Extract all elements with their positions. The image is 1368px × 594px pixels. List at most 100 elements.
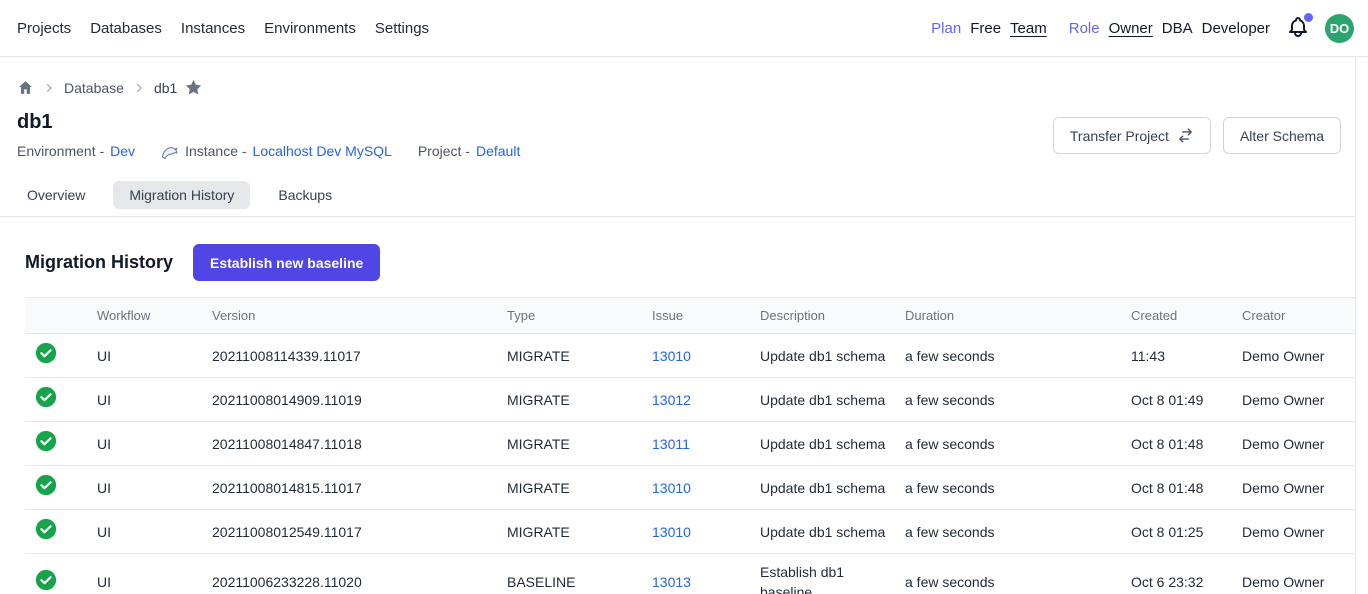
version-cell: 20211008014847.11018	[212, 422, 507, 466]
status-column-header	[25, 298, 97, 334]
plan-label: Plan	[931, 20, 961, 37]
creator-cell: Demo Owner	[1242, 554, 1355, 594]
creator-cell: Demo Owner	[1242, 510, 1355, 554]
notification-bell-button[interactable]	[1285, 15, 1311, 41]
tab-backups[interactable]: Backups	[262, 181, 348, 209]
version-cell: 20211006233228.11020	[212, 554, 507, 594]
table-header-row: Workflow Version Type Issue Description …	[25, 298, 1355, 334]
duration-cell: a few seconds	[905, 554, 1131, 594]
plan-free[interactable]: Free	[970, 20, 1001, 37]
project-link[interactable]: Default	[476, 143, 520, 159]
type-cell: MIGRATE	[507, 510, 652, 554]
transfer-project-button[interactable]: Transfer Project	[1053, 117, 1211, 154]
success-check-icon	[35, 430, 57, 452]
issue-link[interactable]: 13011	[652, 436, 690, 452]
environment-link[interactable]: Dev	[110, 143, 135, 159]
version-cell: 20211008014909.11019	[212, 378, 507, 422]
creator-cell: Demo Owner	[1242, 466, 1355, 510]
created-cell: 11:43	[1131, 334, 1242, 378]
mysql-dolphin-icon	[161, 143, 179, 159]
main-nav: Projects Databases Instances Environment…	[17, 16, 429, 41]
type-cell: MIGRATE	[507, 334, 652, 378]
alter-schema-button[interactable]: Alter Schema	[1223, 117, 1341, 154]
duration-cell: a few seconds	[905, 378, 1131, 422]
table-row[interactable]: UI 20211008014815.11017 MIGRATE 13010 Up…	[25, 466, 1355, 510]
table-row[interactable]: UI 20211006233228.11020 BASELINE 13013 E…	[25, 554, 1355, 594]
top-navigation: Projects Databases Instances Environment…	[0, 0, 1368, 57]
avatar[interactable]: DO	[1325, 14, 1354, 43]
version-cell: 20211008114339.11017	[212, 334, 507, 378]
creator-cell: Demo Owner	[1242, 422, 1355, 466]
table-row[interactable]: UI 20211008014909.11019 MIGRATE 13012 Up…	[25, 378, 1355, 422]
star-icon[interactable]	[184, 78, 203, 97]
created-cell: Oct 8 01:48	[1131, 466, 1242, 510]
created-cell: Oct 6 23:32	[1131, 554, 1242, 594]
role-owner[interactable]: Owner	[1109, 20, 1153, 37]
table-row[interactable]: UI 20211008014847.11018 MIGRATE 13011 Up…	[25, 422, 1355, 466]
issue-link[interactable]: 13012	[652, 392, 691, 408]
duration-column-header: Duration	[905, 298, 1131, 334]
version-cell: 20211008014815.11017	[212, 466, 507, 510]
top-right-controls: Plan Free Team Role Owner DBA Developer …	[931, 14, 1354, 43]
description-cell: Update db1 schema	[760, 422, 905, 466]
section-title: Migration History	[25, 252, 173, 273]
table-row[interactable]: UI 20211008012549.11017 MIGRATE 13010 Up…	[25, 510, 1355, 554]
main-content: Database db1 db1 Environment - Dev Insta…	[0, 57, 1356, 594]
type-cell: MIGRATE	[507, 422, 652, 466]
notification-dot	[1304, 13, 1313, 22]
nav-environments[interactable]: Environments	[264, 16, 356, 41]
workflow-cell: UI	[97, 466, 212, 510]
role-dba[interactable]: DBA	[1162, 20, 1193, 37]
version-cell: 20211008012549.11017	[212, 510, 507, 554]
issue-link[interactable]: 13010	[652, 524, 691, 540]
tab-migration-history[interactable]: Migration History	[113, 181, 250, 209]
plan-team[interactable]: Team	[1010, 20, 1047, 37]
nav-projects[interactable]: Projects	[17, 16, 71, 41]
description-column-header: Description	[760, 298, 905, 334]
section-header: Migration History Establish new baseline	[25, 244, 1355, 281]
instance-label: Instance -	[185, 143, 246, 159]
creator-cell: Demo Owner	[1242, 334, 1355, 378]
alter-schema-label: Alter Schema	[1240, 128, 1324, 144]
type-cell: BASELINE	[507, 554, 652, 594]
database-tabs: Overview Migration History Backups	[11, 181, 1355, 209]
type-cell: MIGRATE	[507, 378, 652, 422]
nav-instances[interactable]: Instances	[181, 16, 245, 41]
migration-history-table: Workflow Version Type Issue Description …	[25, 297, 1355, 594]
home-icon[interactable]	[17, 79, 34, 96]
environment-label: Environment -	[17, 143, 104, 159]
chevron-right-icon	[43, 82, 55, 94]
duration-cell: a few seconds	[905, 466, 1131, 510]
table-row[interactable]: UI 20211008114339.11017 MIGRATE 13010 Up…	[25, 334, 1355, 378]
role-developer[interactable]: Developer	[1202, 20, 1270, 37]
role-label: Role	[1069, 20, 1100, 37]
workflow-cell: UI	[97, 334, 212, 378]
chevron-right-icon	[133, 82, 145, 94]
breadcrumb-current: db1	[154, 80, 177, 96]
description-cell: Establish db1 baseline	[760, 554, 905, 594]
tab-overview[interactable]: Overview	[11, 181, 101, 209]
breadcrumb-database[interactable]: Database	[64, 80, 124, 96]
description-cell: Update db1 schema	[760, 378, 905, 422]
success-check-icon	[35, 386, 57, 408]
issue-link[interactable]: 13010	[652, 480, 691, 496]
issue-link[interactable]: 13010	[652, 348, 691, 364]
type-column-header: Type	[507, 298, 652, 334]
establish-baseline-button[interactable]: Establish new baseline	[193, 244, 380, 281]
description-cell: Update db1 schema	[760, 334, 905, 378]
breadcrumb: Database db1	[17, 78, 1338, 97]
success-check-icon	[35, 518, 57, 540]
created-cell: Oct 8 01:25	[1131, 510, 1242, 554]
description-cell: Update db1 schema	[760, 466, 905, 510]
nav-settings[interactable]: Settings	[375, 16, 429, 41]
issue-link[interactable]: 13013	[652, 574, 691, 590]
created-cell: Oct 8 01:48	[1131, 422, 1242, 466]
version-column-header: Version	[212, 298, 507, 334]
header-actions: Transfer Project Alter Schema	[1053, 117, 1341, 154]
instance-link[interactable]: Localhost Dev MySQL	[253, 143, 392, 159]
workflow-column-header: Workflow	[97, 298, 212, 334]
transfer-arrows-icon	[1177, 127, 1194, 144]
nav-databases[interactable]: Databases	[90, 16, 162, 41]
created-cell: Oct 8 01:49	[1131, 378, 1242, 422]
workflow-cell: UI	[97, 422, 212, 466]
